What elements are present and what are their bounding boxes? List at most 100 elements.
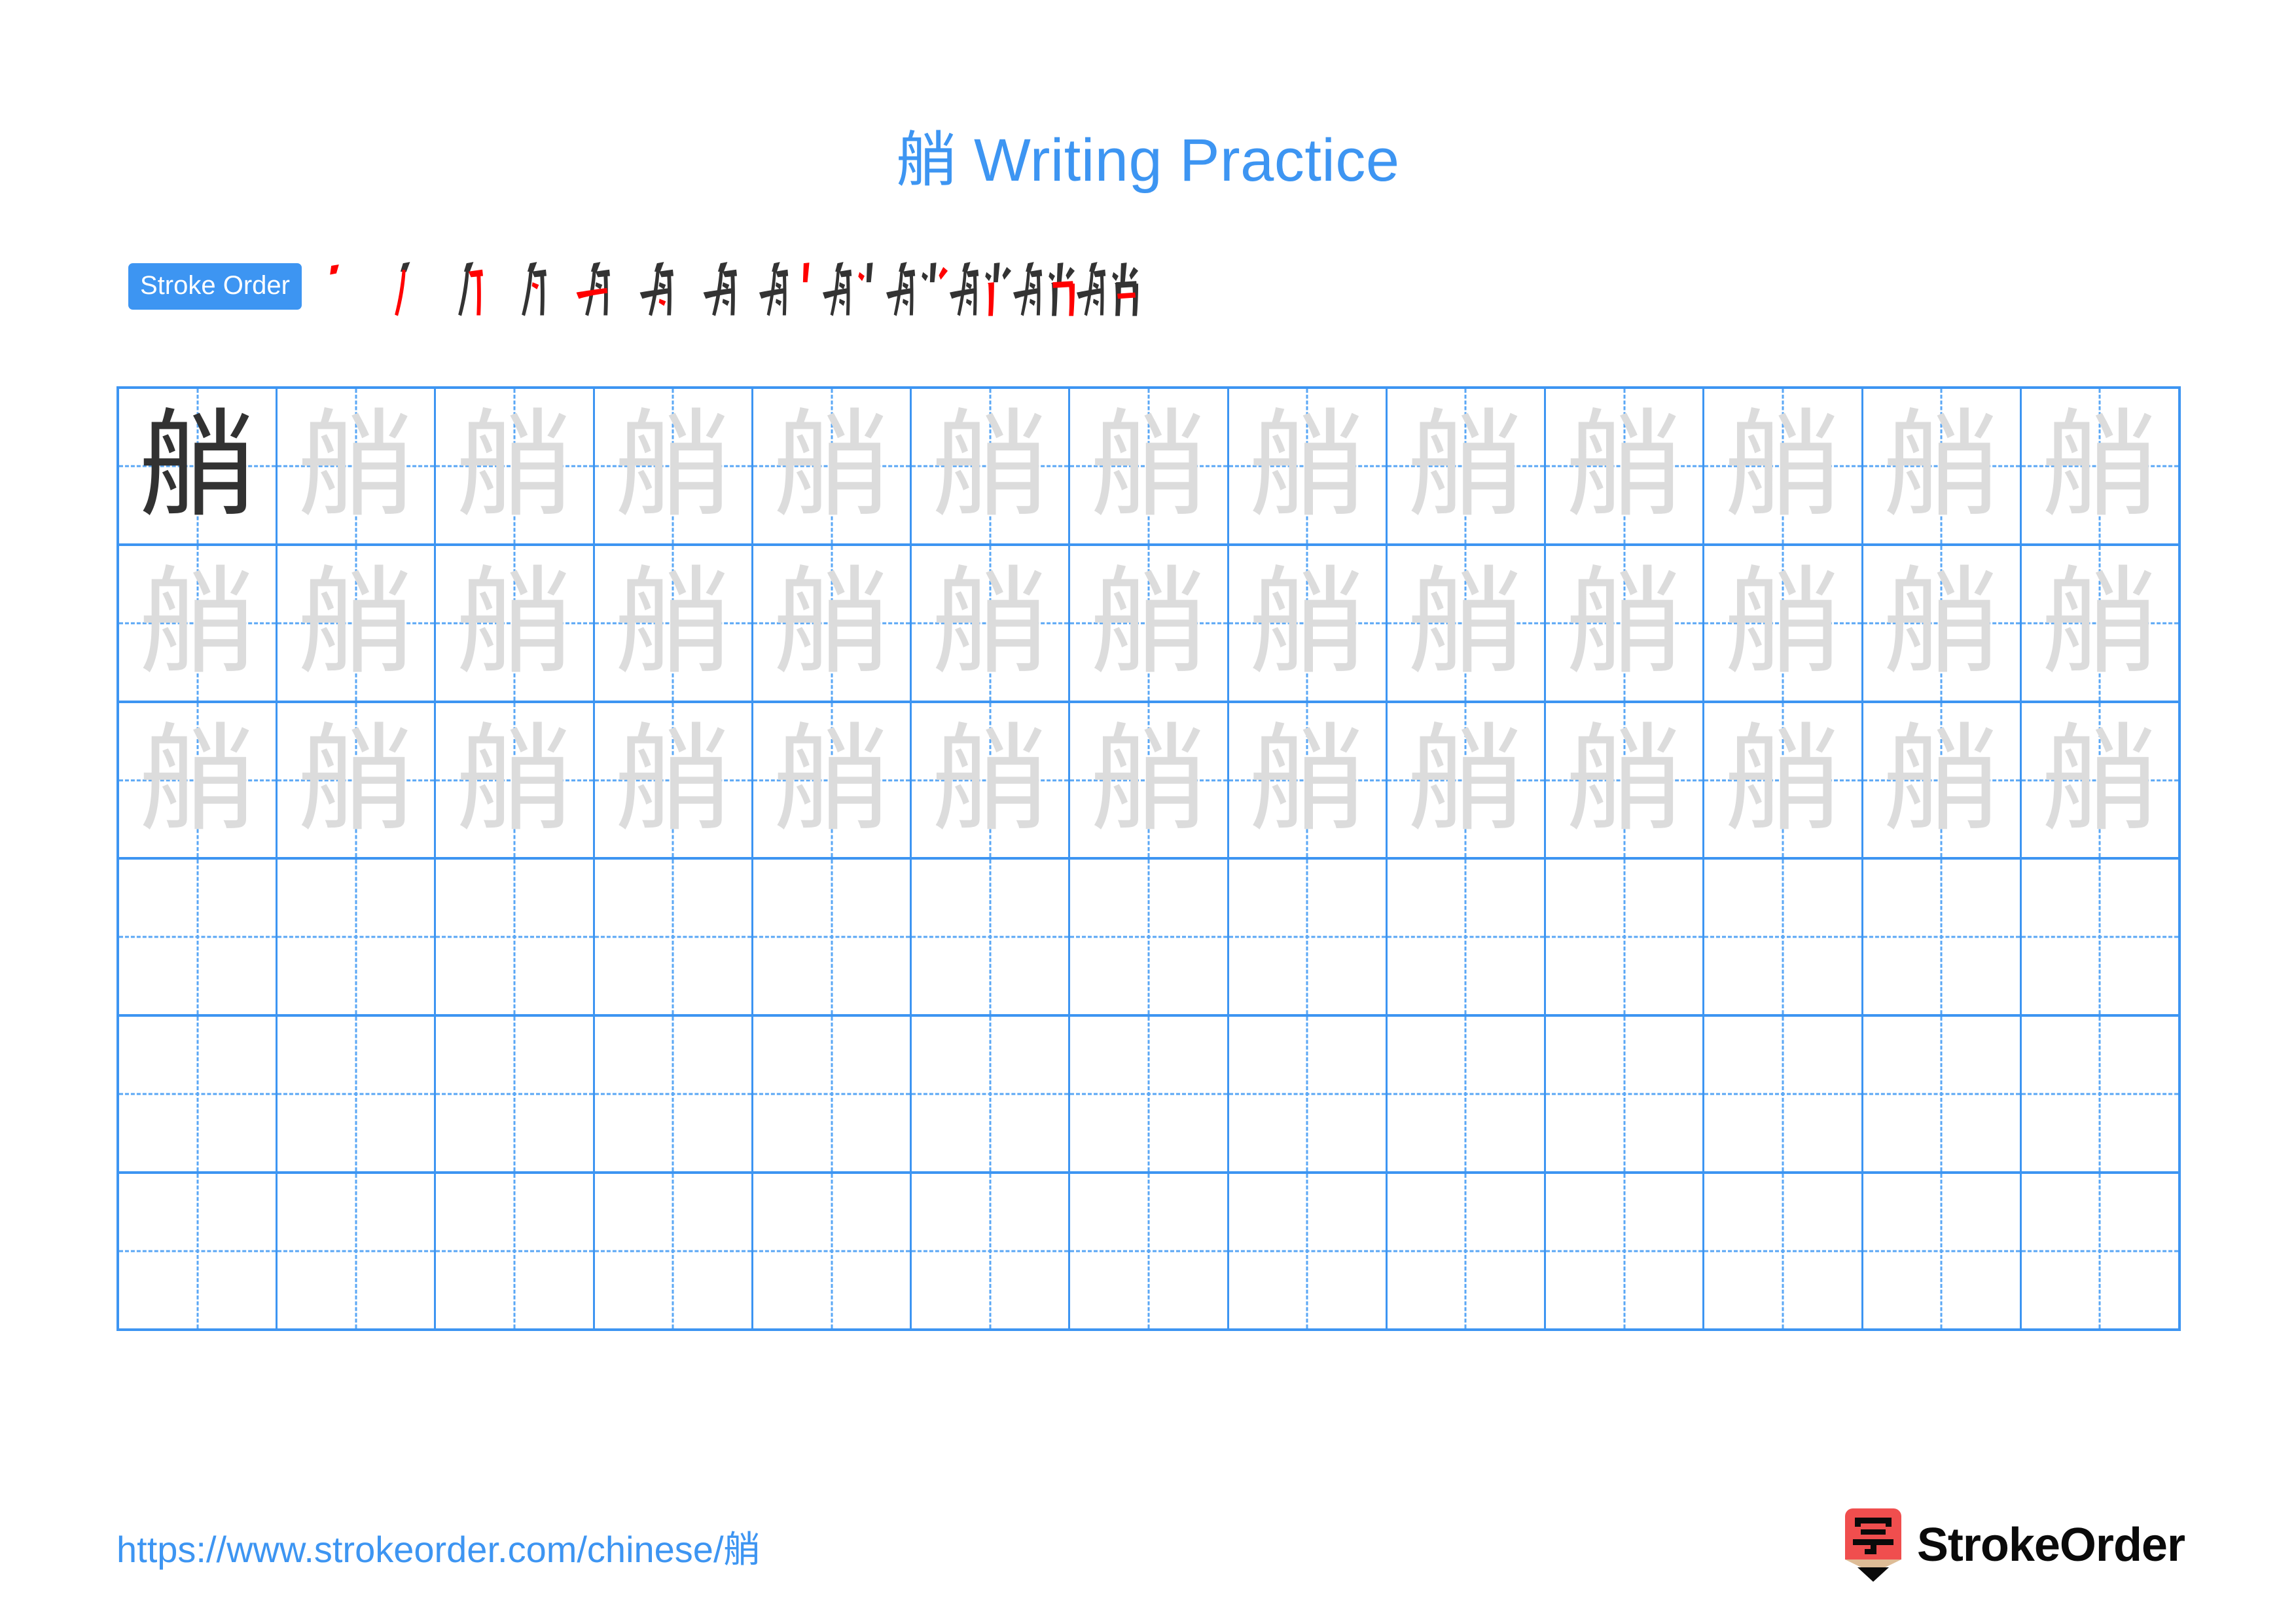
practice-grid-cell[interactable] (278, 1017, 437, 1172)
practice-grid-cell[interactable] (753, 1174, 912, 1328)
practice-grid-cell[interactable]: 艄 (2022, 389, 2178, 543)
stroke-step-8 (758, 252, 821, 320)
practice-grid-cell[interactable]: 艄 (1546, 545, 1705, 701)
practice-grid-cell[interactable]: 艄 (436, 702, 595, 858)
trace-character: 艄 (1724, 401, 1841, 531)
practice-grid-cell[interactable] (436, 1017, 595, 1172)
practice-grid-cell[interactable]: 艄 (1229, 545, 1388, 701)
practice-grid-cell[interactable]: 艄 (2022, 703, 2178, 858)
practice-grid-cell[interactable]: 艄 (753, 702, 912, 858)
practice-grid-cell[interactable] (1229, 1174, 1388, 1328)
practice-grid-cell[interactable] (1704, 860, 1863, 1015)
practice-grid-cell[interactable] (753, 860, 912, 1015)
practice-grid-cell[interactable] (278, 860, 437, 1015)
practice-grid-cell[interactable] (1546, 860, 1705, 1015)
practice-grid-cell[interactable] (1546, 1017, 1705, 1172)
stroke-step-7 (694, 252, 758, 320)
practice-grid-cell[interactable] (1388, 1174, 1547, 1328)
practice-grid-cell[interactable]: 艄 (595, 545, 753, 701)
practice-grid-cell[interactable]: 艄 (1388, 389, 1547, 543)
practice-grid-cell[interactable]: 艄 (1863, 545, 2022, 701)
practice-grid-cell[interactable] (1070, 860, 1229, 1015)
stroke-order-step-list (314, 252, 1139, 320)
practice-grid-cell[interactable] (119, 1017, 278, 1172)
stroke-step-10 (885, 252, 948, 320)
practice-grid-cell[interactable]: 艄 (753, 545, 912, 701)
practice-grid-cell[interactable] (595, 860, 753, 1015)
practice-grid-cell[interactable] (119, 1174, 278, 1328)
practice-grid-cell[interactable] (595, 1174, 753, 1328)
brand-logo[interactable]: StrokeOrder (1844, 1506, 2185, 1584)
trace-character: 艄 (1090, 401, 1208, 531)
practice-grid-cell[interactable] (1070, 1017, 1229, 1172)
practice-grid-cell[interactable]: 艄 (1229, 702, 1388, 858)
practice-grid-cell[interactable]: 艄 (1070, 389, 1229, 543)
pencil-logo-icon (1844, 1508, 1901, 1582)
practice-grid-cell[interactable]: 艄 (119, 545, 278, 701)
practice-grid-cell[interactable] (1388, 1017, 1547, 1172)
practice-grid-cell[interactable]: 艄 (595, 702, 753, 858)
practice-grid-cell[interactable]: 艄 (1229, 389, 1388, 543)
practice-grid-cell[interactable]: 艄 (1546, 389, 1705, 543)
trace-character: 艄 (1724, 558, 1841, 688)
practice-grid-cell[interactable] (1229, 860, 1388, 1015)
practice-grid-cell[interactable] (1229, 1017, 1388, 1172)
practice-grid-cell[interactable]: 艄 (1863, 389, 2022, 543)
trace-character: 艄 (773, 401, 890, 531)
trace-character: 艄 (1407, 558, 1524, 688)
stroke-step-1 (314, 252, 377, 320)
practice-grid-cell[interactable]: 艄 (1070, 702, 1229, 858)
footer-url[interactable]: https://www.strokeorder.com/chinese/艄 (117, 1520, 761, 1573)
practice-grid-cell[interactable] (1546, 1174, 1705, 1328)
practice-grid-cell[interactable] (912, 1174, 1071, 1328)
trace-character: 艄 (297, 558, 414, 688)
practice-grid-cell[interactable]: 艄 (2022, 546, 2178, 701)
practice-grid-cell[interactable] (436, 860, 595, 1015)
practice-grid-cell[interactable]: 艄 (1704, 389, 1863, 543)
practice-grid-cell[interactable] (1070, 1174, 1229, 1328)
practice-grid-cell[interactable]: 艄 (753, 389, 912, 543)
practice-grid-cell[interactable] (278, 1174, 437, 1328)
trace-character: 艄 (456, 715, 573, 845)
trace-character: 艄 (139, 715, 256, 845)
practice-grid-cell[interactable] (1863, 1017, 2022, 1172)
practice-grid-cell[interactable]: 艄 (1070, 545, 1229, 701)
practice-grid-cell[interactable]: 艄 (278, 545, 437, 701)
practice-grid-cell[interactable] (595, 1017, 753, 1172)
stroke-order-section: Stroke Order (128, 250, 1139, 322)
practice-grid-cell[interactable]: 艄 (1546, 702, 1705, 858)
practice-grid-cell[interactable]: 艄 (1704, 545, 1863, 701)
practice-grid-cell[interactable]: 艄 (1704, 702, 1863, 858)
practice-grid-cell[interactable]: 艄 (1863, 702, 2022, 858)
practice-grid-cell[interactable]: 艄 (595, 389, 753, 543)
practice-grid-cell[interactable] (1863, 860, 2022, 1015)
trace-character: 艄 (773, 558, 890, 688)
practice-grid-cell[interactable] (1704, 1017, 1863, 1172)
practice-grid-cell[interactable]: 艄 (912, 545, 1071, 701)
practice-grid-cell[interactable]: 艄 (1388, 702, 1547, 858)
practice-grid-cell[interactable] (2022, 1017, 2178, 1171)
trace-character: 艄 (1090, 558, 1208, 688)
practice-grid-cell[interactable]: 艄 (912, 702, 1071, 858)
practice-grid-cell[interactable] (753, 1017, 912, 1172)
practice-grid-cell[interactable]: 艄 (436, 545, 595, 701)
practice-grid-row (119, 860, 2178, 1017)
practice-grid-cell[interactable]: 艄 (912, 389, 1071, 543)
practice-grid-cell[interactable]: 艄 (278, 389, 437, 543)
practice-grid-cell[interactable] (912, 1017, 1071, 1172)
practice-grid-cell[interactable] (436, 1174, 595, 1328)
trace-character: 艄 (1249, 715, 1366, 845)
practice-grid-cell[interactable] (2022, 860, 2178, 1014)
practice-grid-cell[interactable] (2022, 1174, 2178, 1328)
practice-grid-cell[interactable]: 艄 (119, 702, 278, 858)
practice-grid-cell[interactable] (1863, 1174, 2022, 1328)
practice-grid-cell[interactable] (912, 860, 1071, 1015)
practice-grid-cell[interactable] (1388, 860, 1547, 1015)
practice-grid-cell[interactable] (1704, 1174, 1863, 1328)
practice-grid-cell[interactable]: 艄 (436, 389, 595, 543)
practice-grid-cell[interactable]: 艄 (119, 389, 278, 543)
practice-grid-cell[interactable]: 艄 (278, 702, 437, 858)
practice-grid-cell[interactable] (119, 860, 278, 1015)
practice-grid-cell[interactable]: 艄 (1388, 545, 1547, 701)
page-title: 艄 Writing Practice (896, 127, 1400, 194)
